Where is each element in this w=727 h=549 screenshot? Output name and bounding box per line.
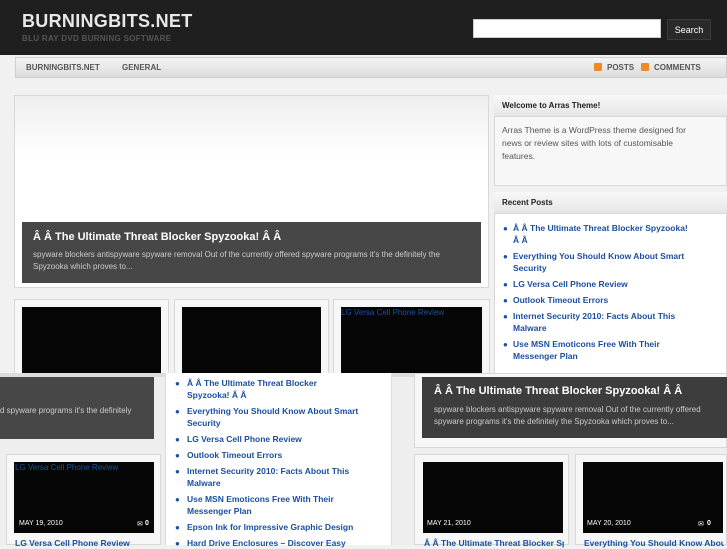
comment-icon: ✉: [137, 521, 143, 528]
featured-excerpt: spyware blockers antispyware spyware rem…: [33, 250, 440, 271]
tile-comment-count[interactable]: 0: [707, 520, 711, 527]
bullet-icon: ●: [175, 435, 180, 444]
bullet-icon: ●: [175, 379, 180, 388]
tile-title-link[interactable]: LG Versa Cell Phone Review: [341, 308, 444, 317]
site-logo[interactable]: BURNINGBITS.NET: [22, 11, 193, 32]
recent-post-link[interactable]: Use MSN Emoticons Free With Their Messen…: [513, 338, 683, 362]
bullet-icon: ●: [503, 340, 508, 349]
recent-post-link[interactable]: Internet Security 2010: Facts About This…: [513, 310, 693, 334]
tile-title-link[interactable]: LG Versa Cell Phone Review: [15, 463, 118, 472]
featured-title[interactable]: Â Â The Ultimate Threat Blocker Spyzooka…: [33, 231, 281, 243]
rss-icon: [594, 63, 602, 71]
search-button[interactable]: Search: [667, 19, 711, 40]
recent-post-link[interactable]: Â Â The Ultimate Threat Blocker Spyzooka…: [187, 377, 357, 401]
tile-thumbnail[interactable]: [341, 307, 482, 379]
featured-excerpt-fragment: d spyware programs it's the definitely: [0, 406, 132, 415]
welcome-title: Welcome to Arras Theme!: [502, 101, 601, 110]
rss-icon: [641, 63, 649, 71]
bullet-icon: ●: [503, 224, 508, 233]
recent-post-link[interactable]: LG Versa Cell Phone Review: [513, 278, 698, 290]
recent-post-link[interactable]: Use MSN Emoticons Free With Their Messen…: [187, 493, 357, 517]
bullet-icon: ●: [503, 296, 508, 305]
recent-post-link[interactable]: Outlook Timeout Errors: [187, 449, 372, 461]
tile-comment-count[interactable]: 0: [145, 520, 149, 527]
bullet-icon: ●: [503, 252, 508, 261]
bullet-icon: ●: [175, 539, 180, 548]
search-input[interactable]: [473, 19, 661, 38]
tile-post-title[interactable]: Â Â The Ultimate Threat Blocker Spyzooka…: [424, 537, 564, 549]
bullet-icon: ●: [175, 523, 180, 532]
site-tagline: BLU RAY DVD BURNING SOFTWARE: [22, 34, 172, 43]
featured-title[interactable]: Â Â The Ultimate Threat Blocker Spyzooka…: [434, 385, 682, 397]
featured-excerpt: spyware blockers antispyware spyware rem…: [434, 405, 701, 426]
tile-date: MAY 19, 2010: [19, 520, 63, 527]
comment-icon: ✉: [698, 521, 704, 528]
tile-thumbnail[interactable]: [182, 307, 321, 379]
bullet-icon: ●: [175, 467, 180, 476]
nav-item-home[interactable]: BURNINGBITS.NET: [26, 63, 100, 72]
bullet-icon: ●: [175, 451, 180, 460]
recent-post-link[interactable]: Internet Security 2010: Facts About This…: [187, 465, 367, 489]
feed-comments-link[interactable]: COMMENTS: [654, 63, 701, 72]
recent-post-link[interactable]: Outlook Timeout Errors: [513, 294, 698, 306]
bullet-icon: ●: [503, 312, 508, 321]
recent-posts-title: Recent Posts: [502, 198, 553, 207]
recent-post-link[interactable]: LG Versa Cell Phone Review: [187, 433, 372, 445]
recent-post-link[interactable]: Hard Drive Enclosures – Discover Easy: [187, 537, 372, 549]
bullet-icon: ●: [175, 407, 180, 416]
tile-post-title[interactable]: LG Versa Cell Phone Review: [15, 537, 130, 549]
bullet-icon: ●: [175, 495, 180, 504]
tile-date: MAY 20, 2010: [587, 520, 631, 527]
tile-date: MAY 21, 2010: [427, 520, 471, 527]
welcome-text: Arras Theme is a WordPress theme designe…: [502, 125, 686, 161]
recent-post-link[interactable]: Everything You Should Know About Smart S…: [187, 405, 372, 429]
recent-post-link[interactable]: Â Â The Ultimate Threat Blocker Spyzooka…: [513, 222, 693, 246]
feed-posts-link[interactable]: POSTS: [607, 63, 634, 72]
recent-post-link[interactable]: Epson Ink for Impressive Graphic Design: [187, 521, 372, 533]
tile-thumbnail[interactable]: [22, 307, 161, 379]
recent-post-link[interactable]: Everything You Should Know About Smart S…: [513, 250, 698, 274]
bullet-icon: ●: [503, 280, 508, 289]
tile-post-title[interactable]: Everything You Should Know About Smart S…: [584, 537, 724, 549]
nav-item-general[interactable]: GENERAL: [122, 63, 161, 72]
